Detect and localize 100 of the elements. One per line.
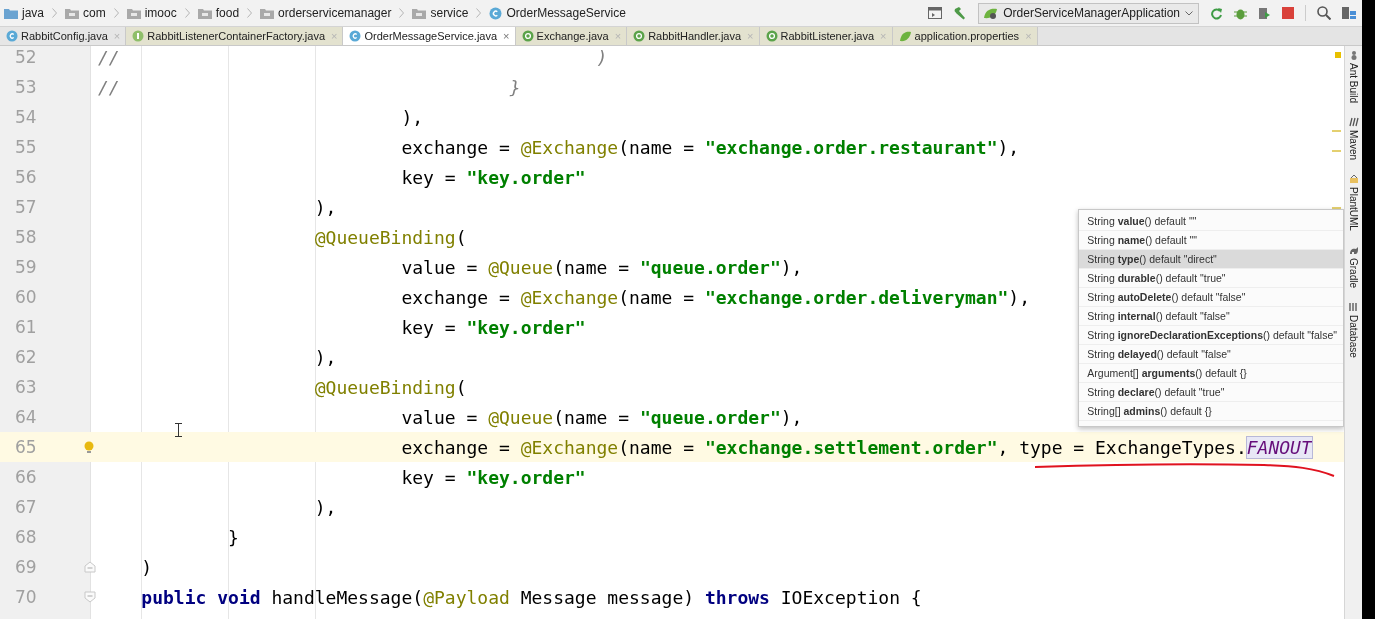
- annotation-text: @Exchange: [520, 136, 619, 158]
- keyword-text: throws: [704, 586, 770, 608]
- hammer-icon[interactable]: [953, 6, 968, 20]
- diagram-icon: [1348, 174, 1359, 185]
- constant-text: FANOUT: [1246, 436, 1312, 458]
- code-text: ),: [780, 406, 803, 428]
- ant-icon: [1348, 50, 1359, 60]
- editor-tab[interactable]: Exchange.java ×: [515, 27, 628, 45]
- code-text: (: [455, 226, 467, 248]
- line-number: 61: [14, 317, 38, 337]
- annotation-text: @Payload: [423, 586, 510, 608]
- rerun-icon[interactable]: [1210, 6, 1223, 20]
- code-text: ),: [997, 136, 1020, 158]
- annotation-text: @QueueBinding: [313, 226, 456, 248]
- breadcrumb-item[interactable]: com: [83, 6, 106, 20]
- comment-text: // }: [98, 76, 521, 98]
- annotation-text: @Queue: [488, 406, 554, 428]
- code-text: , type = ExchangeTypes.: [997, 436, 1247, 458]
- lightbulb-icon[interactable]: [84, 440, 94, 454]
- error-stripe-marker[interactable]: [1332, 130, 1341, 132]
- folder-icon: [4, 7, 18, 19]
- completion-item[interactable]: String ignoreDeclarationExceptions() default "false": [1079, 326, 1343, 345]
- editor-tab[interactable]: RabbitListener.java ×: [759, 27, 893, 45]
- completion-item[interactable]: String internal() default "false": [1079, 307, 1343, 326]
- code-text: (: [455, 376, 467, 398]
- fold-icon[interactable]: [84, 591, 96, 603]
- line-number: 59: [14, 257, 38, 277]
- code-text: ),: [400, 106, 424, 128]
- line-number: 58: [14, 227, 38, 247]
- editor-tab[interactable]: RabbitListenerContainerFactory.java ×: [126, 27, 344, 45]
- run-configuration-dropdown[interactable]: OrderServiceManagerApplication: [978, 2, 1199, 24]
- chevron-icon: [399, 8, 405, 18]
- code-text: ): [140, 556, 153, 578]
- project-structure-icon[interactable]: [1342, 6, 1356, 20]
- code-text: (name =: [618, 136, 696, 158]
- search-icon[interactable]: [1317, 6, 1331, 20]
- editor-tab[interactable]: application.properties ×: [892, 27, 1038, 45]
- completion-item[interactable]: Argument[] arguments() default {}: [1079, 364, 1343, 383]
- fold-icon[interactable]: [84, 561, 96, 573]
- maven-icon: [1348, 117, 1359, 128]
- code-text: ),: [313, 196, 337, 218]
- code-text: IOException {: [779, 586, 922, 608]
- window-icon[interactable]: [928, 7, 943, 19]
- breadcrumb-item[interactable]: java: [22, 6, 44, 20]
- tool-window-button[interactable]: Database: [1348, 301, 1359, 358]
- completion-item[interactable]: String delayed() default "false": [1079, 345, 1343, 364]
- code-text: exchange =: [400, 286, 511, 308]
- code-text: ),: [313, 346, 337, 368]
- breadcrumb-item[interactable]: service: [430, 6, 469, 20]
- tool-window-button[interactable]: Ant Build: [1348, 50, 1359, 104]
- completion-item[interactable]: String value() default "": [1079, 212, 1343, 231]
- chevron-icon: [184, 8, 190, 18]
- string-literal: "queue.order": [639, 406, 781, 428]
- chevron-icon: [247, 8, 253, 18]
- class-icon: [489, 6, 503, 20]
- code-text: key =: [400, 316, 457, 338]
- chevron-icon: [52, 8, 57, 18]
- code-text: ),: [1008, 286, 1030, 308]
- annotation-icon: [765, 30, 778, 42]
- completion-item[interactable]: String type() default "direct": [1079, 250, 1343, 269]
- error-stripe-marker[interactable]: [1332, 150, 1341, 152]
- line-number: 70: [14, 587, 38, 607]
- line-number: 56: [14, 167, 38, 187]
- folder-icon: [412, 7, 427, 19]
- annotation-text: @QueueBinding: [313, 376, 456, 398]
- line-number: 57: [14, 197, 38, 217]
- annotation-text: @Exchange: [520, 436, 619, 458]
- code-text: handleMessage(: [270, 586, 424, 608]
- string-literal: "key.order": [466, 166, 586, 188]
- leaf-icon: [898, 30, 912, 42]
- breadcrumb-item[interactable]: imooc: [144, 6, 177, 20]
- line-number: 67: [14, 497, 38, 517]
- breadcrumb-item[interactable]: food: [215, 6, 240, 20]
- code-text: }: [227, 526, 239, 548]
- text-cursor-icon: [175, 423, 182, 437]
- completion-item[interactable]: String[] admins() default {}: [1079, 402, 1343, 421]
- coverage-icon[interactable]: [1258, 6, 1271, 20]
- interface-icon: [132, 30, 145, 42]
- line-number: 55: [14, 137, 38, 157]
- tool-window-button[interactable]: Maven: [1348, 117, 1359, 161]
- error-stripe-marker[interactable]: [1332, 207, 1341, 209]
- completion-item[interactable]: String declare() default "true": [1079, 383, 1343, 402]
- breadcrumb-item[interactable]: OrderMessageService: [506, 6, 626, 20]
- line-number: 68: [14, 527, 38, 547]
- line-number: 60: [14, 287, 38, 307]
- folder-icon: [197, 7, 212, 19]
- breadcrumb-item[interactable]: orderservicemanager: [278, 6, 392, 20]
- editor-tab[interactable]: OrderMessageService.java ×: [343, 27, 516, 45]
- tool-window-button[interactable]: Gradle: [1348, 244, 1359, 288]
- completion-item[interactable]: String durable() default "true": [1079, 269, 1343, 288]
- tool-window-button[interactable]: PlantUML: [1348, 174, 1359, 231]
- folder-icon: [65, 7, 79, 19]
- completion-item[interactable]: String autoDelete() default "false": [1079, 288, 1343, 307]
- editor-tab[interactable]: RabbitHandler.java ×: [627, 27, 760, 45]
- folder-icon: [260, 7, 275, 19]
- leaf-icon: [983, 6, 999, 20]
- warning-marker[interactable]: [1335, 52, 1341, 58]
- annotation-text: @Queue: [488, 256, 554, 278]
- code-text: key =: [400, 166, 457, 188]
- chevron-icon: [476, 8, 482, 18]
